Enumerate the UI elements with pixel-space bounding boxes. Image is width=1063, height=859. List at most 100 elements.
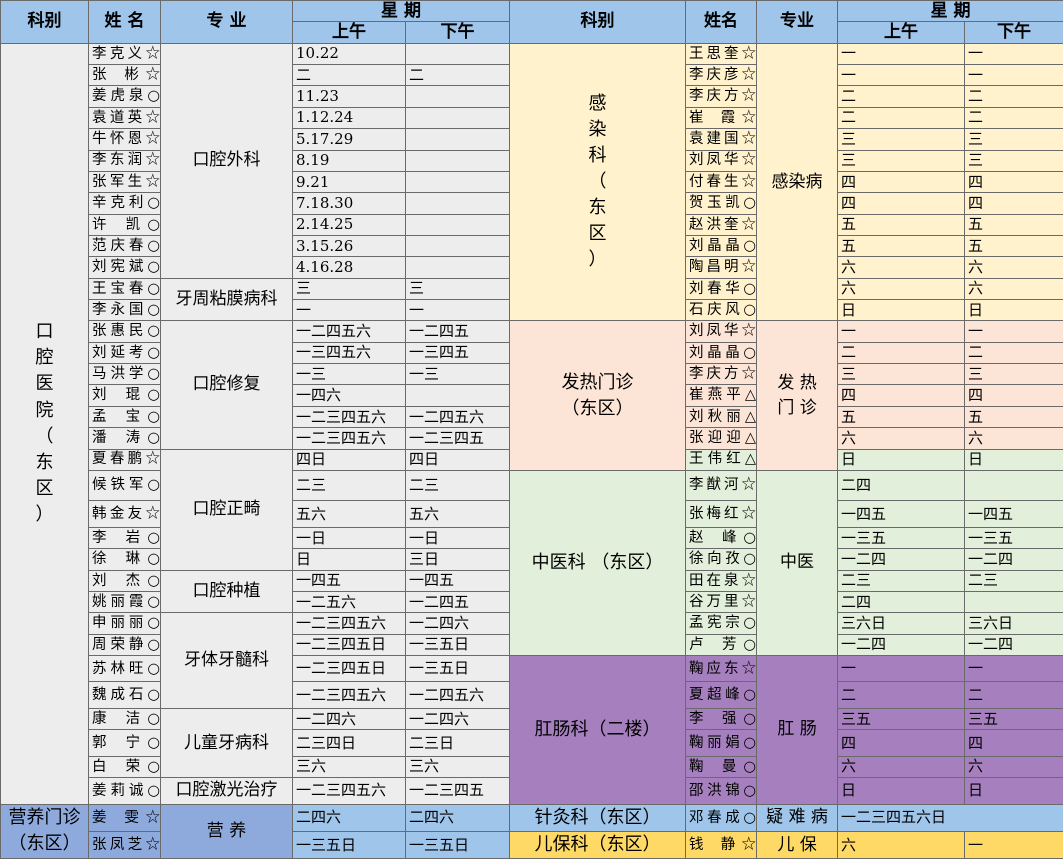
pm-days: 二 bbox=[404, 64, 511, 87]
doctor-name: 康 洁○ bbox=[88, 707, 161, 731]
spec-fever-line: 门 诊 bbox=[777, 397, 817, 418]
doctor-name-right: 刘凤华☆ bbox=[685, 149, 758, 172]
doctor-name: 张 彬☆ bbox=[88, 64, 161, 87]
doctor-name-right: 邵洪锦○ bbox=[685, 777, 758, 805]
doctor-name: 白 荣○ bbox=[88, 755, 161, 779]
am-days: 7.18.30 bbox=[292, 192, 406, 215]
pm-days: 一二四六 bbox=[404, 612, 511, 635]
am-days-right: 一二四 bbox=[837, 548, 966, 571]
pm-days: 一二三四五 bbox=[404, 777, 511, 805]
spec-tcm: 中医 bbox=[756, 469, 839, 657]
am-days-right: 一二四 bbox=[837, 633, 966, 657]
am-days: 一二五六 bbox=[292, 590, 406, 614]
doctor-name-right: 刘秋丽△ bbox=[685, 405, 758, 429]
spec-difficult: 疑 难 病 bbox=[756, 803, 839, 833]
am-days: 一二三四五六 bbox=[292, 681, 406, 709]
am-days: 1.12.24 bbox=[292, 106, 406, 130]
pm-days: 三 bbox=[404, 277, 511, 301]
am-days: 五六 bbox=[292, 500, 406, 528]
doctor-name: 马洪学○ bbox=[88, 363, 161, 386]
pm-days: 二三 bbox=[404, 469, 511, 502]
pm-days: 一二四五六 bbox=[404, 405, 511, 429]
header-pm: 下午 bbox=[404, 21, 511, 44]
am-days-right: 六 bbox=[837, 277, 966, 301]
am-days-right: 二四 bbox=[837, 469, 966, 502]
am-days-right: 四 bbox=[837, 170, 966, 194]
am-days-right: 二 bbox=[837, 341, 966, 365]
spec-pediatric: 儿童牙病科 bbox=[160, 707, 293, 779]
doctor-name-right: 钱 静☆ bbox=[685, 831, 758, 859]
header-am: 上午 bbox=[292, 21, 406, 44]
pm-days-right: 一二四 bbox=[964, 633, 1063, 657]
doctor-name: 孟 宝○ bbox=[88, 405, 161, 429]
doctor-name: 韩金友☆ bbox=[88, 500, 161, 528]
pm-days-right: 日 bbox=[964, 777, 1063, 805]
am-days: 5.17.29 bbox=[292, 128, 406, 151]
table-row: 苏林旺○ 一二三四五日 一三五日 肛肠科（二楼） 鞠应东☆ 肛 肠一一 bbox=[1, 655, 1063, 805]
pm-days-right bbox=[964, 590, 1063, 614]
spec-implant: 口腔种植 bbox=[160, 569, 293, 614]
doctor-name-right: 崔燕平△ bbox=[685, 384, 758, 407]
dept-fever-line: 发热门诊 bbox=[561, 371, 634, 393]
am-days: 一三四五六 bbox=[292, 341, 406, 365]
doctor-name-right: 李庆方☆ bbox=[685, 85, 758, 108]
am-days-right: 六 bbox=[837, 831, 966, 859]
doctor-name-right: 鞠应东☆ bbox=[685, 655, 758, 683]
am-days-right: 五 bbox=[837, 213, 966, 236]
pm-days-right: 五 bbox=[964, 213, 1063, 236]
pm-days-right: 二 bbox=[964, 341, 1063, 365]
doctor-name-right: 崔 霞☆ bbox=[685, 106, 758, 130]
am-days: 一三 bbox=[292, 363, 406, 386]
doctor-name-right: 赵洪奎☆ bbox=[685, 213, 758, 236]
pm-days-right: 三六日 bbox=[964, 612, 1063, 635]
doctor-name-right: 刘晶晶○ bbox=[685, 341, 758, 365]
dept-fever: 发热门诊 （东区） bbox=[509, 320, 687, 471]
doctor-name: 姜虎泉○ bbox=[88, 85, 161, 108]
spec-anorectal: 肛 肠 bbox=[756, 655, 839, 805]
pm-days-right: 一四五 bbox=[964, 500, 1063, 528]
doctor-name: 张军生☆ bbox=[88, 170, 161, 194]
pm-days bbox=[404, 149, 511, 172]
am-days: 二四六 bbox=[292, 803, 406, 833]
doctor-name: 姜莉诚○ bbox=[88, 777, 161, 805]
pm-days-right: 五 bbox=[964, 234, 1063, 258]
pm-days-right: 六 bbox=[964, 755, 1063, 779]
am-days-right: 日 bbox=[837, 299, 966, 322]
pm-days-right: 三五 bbox=[964, 707, 1063, 731]
doctor-name: 姜 雯☆ bbox=[88, 803, 161, 833]
pm-days-right: 四 bbox=[964, 192, 1063, 215]
pm-days-right: 二三 bbox=[964, 569, 1063, 592]
am-days-right: 一四五 bbox=[837, 500, 966, 528]
dept-oral-hospital-line: 医 bbox=[35, 373, 54, 395]
dept-infectious: 感染科 （ 东区 ） bbox=[509, 42, 687, 322]
doctor-name-right: 张梅红☆ bbox=[685, 500, 758, 528]
spec-periodontal: 牙周粘膜病科 bbox=[160, 277, 293, 322]
dept-child-care: 儿保科（东区） bbox=[509, 831, 687, 859]
spec-orthodontic: 口腔正畸 bbox=[160, 448, 293, 571]
header-week-right: 星 期 bbox=[837, 0, 1063, 23]
am-days: 一四五 bbox=[292, 569, 406, 592]
am-days: 一 bbox=[292, 299, 406, 322]
dept-oral-hospital: 口腔医院 （ 东区 ） bbox=[0, 42, 89, 805]
am-days: 9.21 bbox=[292, 170, 406, 194]
pm-days: 一 bbox=[404, 299, 511, 322]
doctor-name-right: 田在泉☆ bbox=[685, 569, 758, 592]
am-days-right: 一三五 bbox=[837, 526, 966, 550]
am-days-right: 一 bbox=[837, 64, 966, 87]
dept-nutrition-clinic: 营养门诊 （东区） bbox=[0, 803, 89, 859]
am-days: 一日 bbox=[292, 526, 406, 550]
pm-days bbox=[404, 42, 511, 66]
doctor-name-right: 刘春华○ bbox=[685, 277, 758, 301]
doctor-name-right: 徐向孜○ bbox=[685, 548, 758, 571]
pm-days: 五六 bbox=[404, 500, 511, 528]
pm-days bbox=[404, 106, 511, 130]
doctor-name-right: 李 强○ bbox=[685, 707, 758, 731]
am-days-right: 五 bbox=[837, 234, 966, 258]
dept-oral-hospital-line: 院 bbox=[35, 399, 54, 421]
pm-days-right: 日 bbox=[964, 299, 1063, 322]
am-days-right: 四 bbox=[837, 384, 966, 407]
am-days: 一三五日 bbox=[292, 831, 406, 859]
header-dept: 科别 bbox=[0, 0, 89, 44]
am-days-right: 三 bbox=[837, 149, 966, 172]
pm-days bbox=[404, 128, 511, 151]
